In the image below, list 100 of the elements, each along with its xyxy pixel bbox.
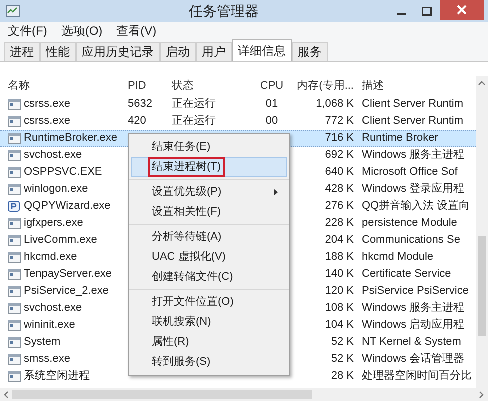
table-cell-text: svchost.exe [24,301,82,316]
table-cell: 104 K [325,319,354,332]
table-cell-text: LiveComm.exe [24,233,98,248]
tab[interactable]: 启动 [160,42,196,61]
column-header[interactable]: CPU [252,78,292,94]
table-cell: 716 K [325,132,354,144]
table-cell: 276 K [325,200,354,212]
table-cell-text: RuntimeBroker.exe [24,131,118,146]
column-header[interactable]: PID [128,78,172,94]
window-icon [8,269,21,280]
window-icon [8,116,21,127]
tab[interactable]: 应用历史记录 [76,42,160,61]
menu-item[interactable]: 分析等待链(A) [131,227,287,247]
table-cell-text: svchost.exe [24,148,82,164]
column-header[interactable]: 名称 [0,78,128,94]
table-cell-text: System [24,335,61,350]
window-icon [8,303,21,314]
table-cell-text: igfxpers.exe [24,216,84,232]
table-cell: 228 K [325,217,354,230]
table-cell: 140 K [325,268,354,280]
tab[interactable]: 性能 [40,42,76,61]
table-cell-text: TenpayServer.exe [24,267,112,282]
window-icon [8,167,21,178]
window-icon [8,371,21,382]
menu-item[interactable]: 选项(O) [61,22,103,40]
tab[interactable]: 服务 [292,42,328,61]
menu-item[interactable]: 属性(R) [131,332,287,352]
menu-item[interactable]: 联机搜索(N) [131,312,287,332]
tab[interactable]: 进程 [4,42,40,61]
table-cell: Communications Se [362,234,460,246]
window-icon [8,337,21,348]
window-icon [8,184,21,195]
maximize-icon [422,6,432,16]
table-cell: 772 K [325,115,354,128]
menu-item[interactable]: 设置优先级(P) [131,182,287,202]
window-icon [8,218,21,229]
table-cell: Runtime Broker [362,132,438,144]
app-icon [6,5,20,17]
table-cell: Certificate Service [362,268,452,280]
tab[interactable]: 详细信息 [232,39,292,61]
table-cell-text: PsiService_2.exe [24,284,109,300]
table-cell-text: smss.exe [24,352,70,368]
table-cell: Microsoft Office Sof [362,166,458,178]
table-cell: Client Server Runtim [362,98,464,110]
scroll-thumb[interactable] [12,390,312,399]
menu-item[interactable]: 设置相关性(F) [131,202,287,222]
table-cell: 428 K [325,183,354,196]
table-cell: PsiService PsiService [362,285,469,298]
vertical-scrollbar[interactable] [476,76,488,388]
table-cell: 120 K [325,285,354,298]
menu-item[interactable]: 查看(V) [116,22,157,40]
scroll-up-icon[interactable] [478,80,486,86]
table-cell: Windows 服务主进程 [362,149,465,162]
table-cell: 28 K [331,370,354,382]
window-icon [8,320,21,331]
table-cell: NT Kernel & System [362,336,462,348]
column-header[interactable]: 描述 [356,78,476,94]
table-cell: 52 K [331,353,354,366]
column-header[interactable]: 状态 [172,78,252,94]
window-icon [8,235,21,246]
table-cell: hkcmd Module [362,251,434,264]
table-cell: Windows 服务主进程 [362,302,465,314]
table-cell-text: QQPYWizard.exe [24,199,111,214]
table-cell-text: csrss.exe [24,114,70,130]
table-cell: 420 [128,115,146,128]
table-cell: 5632 [128,98,152,110]
table-cell: Windows 会话管理器 [362,353,465,366]
window-icon [8,99,21,110]
table-cell-text: hkcmd.exe [24,250,78,266]
table-cell-text: OSPPSVC.EXE [24,165,102,180]
table-cell-text: csrss.exe [24,97,70,112]
column-header[interactable]: 内存(专用... [292,78,356,94]
table-cell: 正在运行 [172,98,216,110]
scroll-left-icon[interactable] [3,390,9,398]
window-icon [8,150,21,161]
submenu-arrow-icon [274,188,278,196]
menu-item[interactable]: 文件(F) [8,22,48,40]
menu-item[interactable]: 结束进程树(T) [131,157,287,177]
table-cell: 204 K [325,234,354,246]
window-icon [8,354,21,365]
table-cell: Windows 启动应用程 [362,319,465,332]
table-cell: Client Server Runtim [362,115,464,128]
menu-item[interactable]: 创建转储文件(C) [131,267,287,287]
close-button[interactable] [440,0,484,20]
table-cell: 692 K [325,149,354,162]
table-cell-text: 系统空闲进程 [24,368,90,384]
menu-item[interactable]: 结束任务(E) [131,137,287,157]
table-cell: 52 K [331,336,354,348]
tab[interactable]: 用户 [196,42,232,61]
scroll-right-icon[interactable] [479,390,485,398]
window-icon [8,252,21,263]
scroll-thumb[interactable] [478,236,486,336]
table-cell: 正在运行 [172,115,216,128]
menu-item[interactable]: 打开文件位置(O) [131,292,287,312]
table-cell: QQ拼音输入法 设置向 [362,200,470,212]
horizontal-scrollbar[interactable] [0,388,488,401]
table-cell-text: wininit.exe [24,318,76,334]
menu-item[interactable]: 转到服务(S) [131,352,287,372]
table-cell: 108 K [325,302,354,314]
menu-item[interactable]: UAC 虚拟化(V) [131,247,287,267]
